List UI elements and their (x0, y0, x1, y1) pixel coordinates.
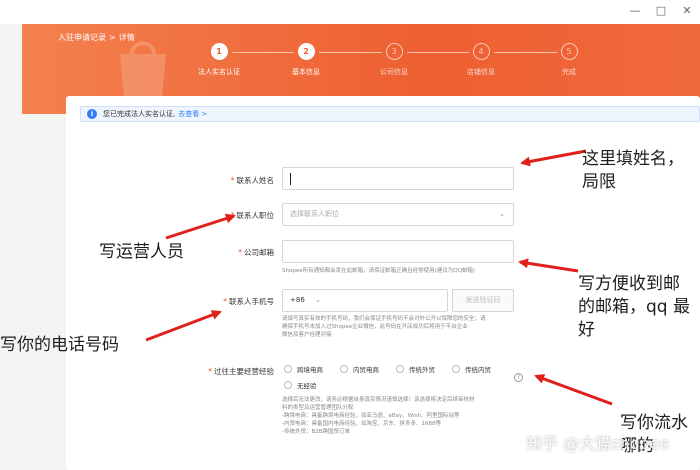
required-mark: * (208, 367, 212, 376)
chevron-down-icon: ⌄ (499, 210, 505, 218)
view-verification-link[interactable]: 去查看 > (178, 110, 207, 118)
help-line: 料的类型及运营管理团队分配 (282, 405, 354, 411)
radio-label: 无经验 (297, 382, 317, 390)
help-line: 选择后无法更改，请务必根据自身真实情况谨慎选择！该选择将决定后续审核材 (282, 397, 475, 403)
contact-name-label: * 联系人姓名 (154, 175, 274, 186)
step-number: 5 (560, 43, 578, 60)
annotation-line: 写方便收到邮 (578, 274, 680, 294)
radio-trad-export[interactable]: 传统外贸 (396, 364, 435, 374)
company-email-input[interactable] (282, 240, 514, 263)
contact-name-label-text: 联系人姓名 (236, 176, 275, 185)
app-titlebar: — □ ✕ (0, 0, 700, 24)
maximize-icon[interactable]: □ (654, 4, 668, 17)
annotation-email: 写方便收到邮 的邮箱，qq 最 好 (578, 273, 690, 342)
company-email-label-text: 公司邮箱 (244, 248, 274, 257)
step-basic-info: 2 基本信息 (271, 43, 341, 77)
contact-position-select[interactable]: 选择联系人职位 ⌄ (282, 203, 514, 226)
step-complete: 5 完成 (534, 43, 604, 77)
contact-phone-input[interactable]: +86 ⌄ (282, 289, 448, 312)
step-number: 4 (472, 43, 490, 60)
radio-label: 传统内贸 (465, 366, 491, 374)
phone-help-text: 请填写真实有效的手机号码，我们会保证手机号码不会对外公开以保障您的安全；请 确保… (282, 315, 486, 339)
annotation-line: 好 (578, 320, 595, 340)
contact-position-label: * 联系人职位 (154, 210, 274, 221)
radio-domestic-ecom[interactable]: 内贸电商 (340, 364, 379, 374)
step-legal-verification: 1 法人实名认证 (184, 43, 254, 77)
breadcrumb-current: 详情 (118, 33, 135, 42)
contact-name-input[interactable] (282, 167, 514, 190)
radio-trad-domestic[interactable]: 传统内贸 (452, 364, 491, 374)
select-placeholder: 选择联系人职位 (290, 210, 339, 218)
minimize-icon[interactable]: — (628, 4, 642, 17)
contact-position-label-text: 联系人职位 (236, 211, 275, 220)
annotation-name: 这里填姓名， 局限 (582, 148, 684, 194)
help-line: 请填写真实有效的手机号码，我们会保证手机号码不会对外公开以保障您的安全；请 (282, 316, 486, 322)
info-icon: i (87, 109, 97, 119)
radio-label: 跨境电商 (297, 366, 323, 374)
step-label: 公司信息 (380, 68, 408, 76)
radio-circle (284, 365, 292, 373)
step-shop-info: 4 店铺信息 (446, 43, 516, 77)
annotation-line: 的邮箱，qq 最 (578, 297, 690, 317)
notice-text: 您已完成法人实名认证, (103, 110, 176, 118)
required-mark: * (238, 248, 242, 257)
step-number: 2 (297, 43, 315, 60)
radio-circle (452, 365, 460, 373)
breadcrumb-separator: > (109, 33, 116, 42)
radio-label: 传统外贸 (409, 366, 435, 374)
radio-circle (284, 381, 292, 389)
annotation-phone: 写你的电话号码 (0, 335, 119, 355)
experience-label-text: 过往主要经营经验 (214, 367, 274, 376)
breadcrumb-parent[interactable]: 入驻申请记录 (58, 33, 106, 42)
question-icon[interactable]: ? (514, 373, 523, 382)
radio-cross-border[interactable]: 跨境电商 (284, 364, 323, 374)
breadcrumb: 入驻申请记录 > 详情 (58, 32, 135, 43)
step-number: 1 (210, 43, 228, 60)
help-line: -内贸电商：具备国内电商经验，如淘宝、京东、拼多多、1688等 (282, 421, 441, 427)
radio-circle (396, 365, 404, 373)
step-label: 基本信息 (292, 68, 320, 76)
experience-help-text: 选择后无法更改，请务必根据自身真实情况谨慎选择！该选择将决定后续审核材 料的类型… (282, 396, 475, 436)
zhihu-watermark: 知乎 @大猫shopee (526, 434, 670, 453)
help-line: 微信及客户经理对接 (282, 332, 332, 338)
contact-phone-label-text: 联系人手机号 (229, 297, 274, 306)
radio-circle (340, 365, 348, 373)
shopee-bag-icon (120, 41, 166, 98)
contact-phone-label: * 联系人手机号 (154, 296, 274, 307)
chevron-down-icon: ⌄ (315, 296, 321, 304)
text-caret (290, 173, 291, 185)
step-company-info: 3 公司信息 (359, 43, 429, 77)
radio-label: 内贸电商 (353, 366, 379, 374)
verification-notice: i 您已完成法人实名认证, 去查看 > (80, 106, 700, 122)
annotation-position: 写运营人员 (99, 242, 184, 262)
step-label: 完成 (562, 68, 576, 76)
step-number: 3 (385, 43, 403, 60)
email-help-text: Shopee所有通知都会发在此邮箱，请保证邮箱正确且经常使用(建议为QQ邮箱) (282, 268, 476, 274)
annotation-line: 这里填姓名， (582, 149, 684, 169)
step-label: 法人实名认证 (198, 68, 240, 76)
close-icon[interactable]: ✕ (680, 4, 694, 17)
required-mark: * (230, 211, 235, 220)
radio-no-experience[interactable]: 无经验 (284, 380, 317, 390)
step-label: 店铺信息 (467, 68, 495, 76)
country-code[interactable]: +86 (290, 296, 305, 304)
help-line: -传统外贸：B2B跨国贸订单 (282, 429, 351, 435)
send-code-button[interactable]: 发送验证码 (452, 289, 514, 312)
required-mark: * (223, 297, 227, 306)
help-line: -跨境电商：具备跨境电商经验，如亚马逊、eBay、Wish、阿里国际站等 (282, 413, 460, 419)
help-line: 确保手机号未加入过Shopee企业微信，此号码在开店成功后将用于平台企业 (282, 324, 468, 330)
experience-label: * 过往主要经营经验 (154, 366, 274, 377)
annotation-line: 局限 (582, 172, 616, 192)
window-controls: — □ ✕ (628, 4, 694, 17)
required-mark: * (230, 176, 235, 185)
